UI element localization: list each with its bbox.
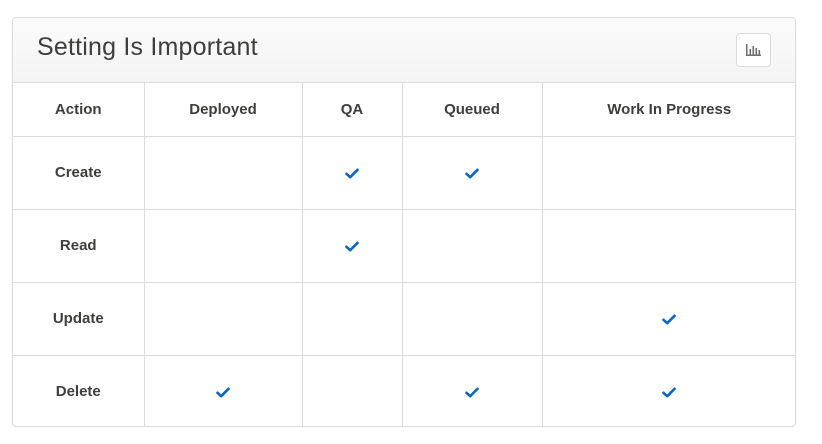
table-row: Update	[13, 282, 795, 356]
column-header-qa: QA	[302, 83, 403, 137]
checkmark-icon	[465, 387, 479, 398]
row-action-label: Update	[13, 282, 145, 356]
matrix-cell	[144, 209, 303, 283]
checkmark-icon	[345, 241, 359, 252]
table-header-row: Action Deployed QA Queued Work In Progre…	[13, 83, 795, 137]
column-header-work-in-progress: Work In Progress	[542, 83, 795, 137]
checkmark-icon	[345, 168, 359, 179]
row-action-label: Delete	[13, 355, 145, 426]
row-action-label: Read	[13, 209, 145, 283]
row-action-label: Create	[13, 136, 145, 210]
chart-view-button[interactable]	[736, 33, 771, 67]
matrix-cell	[302, 209, 403, 283]
matrix-cell	[144, 282, 303, 356]
matrix-cell	[402, 355, 543, 426]
checkmark-icon	[216, 387, 230, 398]
card-title: Setting Is Important	[37, 33, 258, 61]
checkmark-icon	[662, 314, 677, 325]
matrix-cell	[144, 136, 303, 210]
matrix-cell	[542, 282, 795, 356]
matrix-cell	[302, 355, 403, 426]
permission-card: Setting Is Important Action Deployed QA …	[12, 17, 796, 427]
matrix-cell	[542, 136, 795, 210]
column-header-action: Action	[13, 83, 145, 137]
matrix-cell	[542, 355, 795, 426]
checkmark-icon	[465, 168, 479, 179]
bar-chart-icon	[746, 44, 761, 56]
table-row: Delete	[13, 355, 795, 426]
checkmark-icon	[662, 387, 677, 398]
matrix-cell	[144, 355, 303, 426]
matrix-cell	[302, 136, 403, 210]
card-header: Setting Is Important	[13, 18, 795, 83]
column-header-queued: Queued	[402, 83, 543, 137]
matrix-cell	[402, 209, 543, 283]
table-row: Read	[13, 209, 795, 283]
matrix-cell	[302, 282, 403, 356]
matrix-cell	[542, 209, 795, 283]
permission-matrix-table: Action Deployed QA Queued Work In Progre…	[13, 83, 795, 426]
matrix-cell	[402, 282, 543, 356]
matrix-cell	[402, 136, 543, 210]
column-header-deployed: Deployed	[144, 83, 303, 137]
table-row: Create	[13, 136, 795, 210]
